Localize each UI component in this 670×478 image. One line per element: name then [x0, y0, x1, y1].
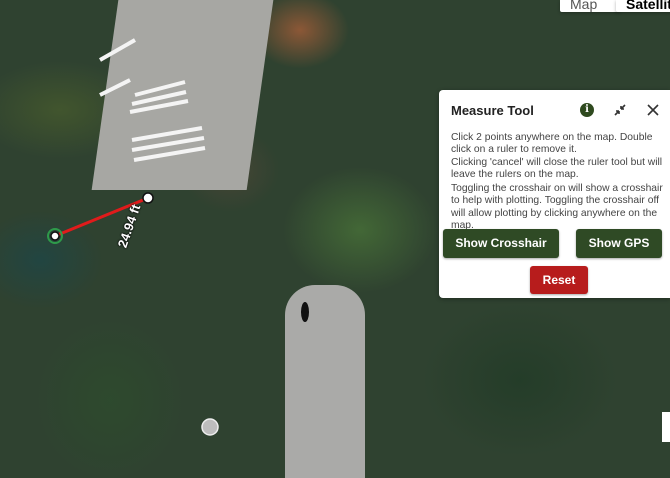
reset-button[interactable]: Reset: [530, 266, 588, 294]
ruler-end-point: [142, 192, 154, 204]
person-marker: [301, 302, 309, 322]
instruction-1: Click 2 points anywhere on the map. Doub…: [451, 132, 653, 156]
map-type-map-button[interactable]: Map: [560, 0, 620, 12]
close-icon[interactable]: [644, 101, 662, 119]
instruction-3: Toggling the crosshair on will show a cr…: [451, 183, 663, 231]
measure-tool-panel: Measure Tool i Click 2 points anywhere o…: [439, 90, 670, 298]
map-control-edge[interactable]: [662, 412, 670, 442]
collapse-icon[interactable]: [611, 101, 629, 119]
show-gps-button[interactable]: Show GPS: [576, 229, 662, 258]
parking-stripes: [99, 38, 206, 162]
panel-title: Measure Tool: [451, 103, 534, 118]
map-type-satellite-button[interactable]: Satellite: [616, 0, 670, 12]
instruction-2: Clicking 'cancel' will close the ruler t…: [451, 157, 663, 181]
location-dot: [201, 418, 219, 436]
show-crosshair-button[interactable]: Show Crosshair: [443, 229, 559, 258]
info-icon[interactable]: i: [580, 103, 594, 117]
